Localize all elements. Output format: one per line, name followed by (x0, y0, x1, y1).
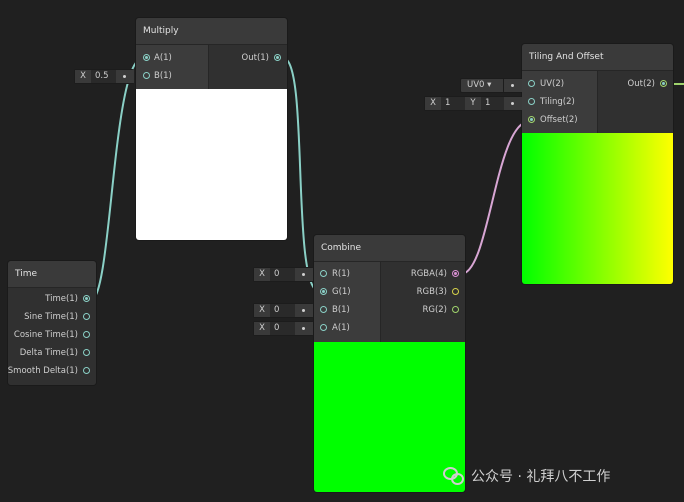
port-uv-icon[interactable] (528, 80, 535, 87)
tiling-input-field[interactable]: X 1 Y 1 (424, 96, 522, 111)
multiply-node-title[interactable]: Multiply (136, 18, 287, 45)
port-out-icon[interactable] (660, 80, 667, 87)
uv-connector[interactable] (503, 78, 522, 93)
time-output-smooth-delta[interactable]: Smooth Delta(1) (8, 362, 90, 380)
port-b-icon[interactable] (320, 306, 327, 313)
time-output-cosine[interactable]: Cosine Time(1) (14, 326, 90, 344)
port-out-icon[interactable] (274, 54, 281, 61)
multiply-b-value[interactable]: 0.5 (91, 70, 109, 83)
time-node-title[interactable]: Time (8, 261, 96, 288)
combine-b-input-field[interactable]: X 0 (253, 303, 313, 318)
tiling-input-offset[interactable]: Offset(2) (528, 111, 578, 129)
tiling-offset-node[interactable]: Tiling And Offset UV(2) Tiling(2) Offset… (522, 44, 673, 284)
connector-icon (504, 79, 522, 92)
wire-combine-rgba-to-tiling-offset (460, 120, 531, 275)
combine-input-r[interactable]: R(1) (320, 265, 350, 283)
port-offset-icon[interactable] (528, 116, 535, 123)
tiling-offset-node-title[interactable]: Tiling And Offset (522, 44, 673, 71)
multiply-node[interactable]: Multiply A(1) B(1) Out(1) (136, 18, 287, 240)
combine-input-b[interactable]: B(1) (320, 301, 350, 319)
connector-icon (295, 268, 313, 281)
connector-icon (504, 97, 522, 110)
combine-b-value[interactable]: 0 (270, 304, 279, 317)
port-g-icon[interactable] (320, 288, 327, 295)
port-b-icon[interactable] (143, 72, 150, 79)
combine-node[interactable]: Combine R(1) G(1) B(1) A(1) RGBA(4) RGB(… (314, 235, 465, 492)
port-sine-icon[interactable] (83, 313, 90, 320)
connector-icon (295, 322, 313, 335)
tiling-y-value[interactable]: 1 (481, 97, 490, 110)
combine-input-g[interactable]: G(1) (320, 283, 351, 301)
watermark-text: 公众号 · 礼拜八不工作 (471, 469, 611, 485)
combine-output-rg[interactable]: RG(2) (422, 301, 459, 319)
port-time-icon[interactable] (83, 295, 90, 302)
port-a-icon[interactable] (143, 54, 150, 61)
watermark: 公众号 · 礼拜八不工作 (443, 463, 673, 489)
wechat-icon (443, 467, 465, 485)
port-tiling-icon[interactable] (528, 98, 535, 105)
port-rgb-icon[interactable] (452, 288, 459, 295)
combine-a-input-field[interactable]: X 0 (253, 321, 313, 336)
multiply-output-out[interactable]: Out(1) (242, 49, 281, 67)
port-rgba-icon[interactable] (452, 270, 459, 277)
combine-r-value[interactable]: 0 (270, 268, 279, 281)
port-cosine-icon[interactable] (83, 331, 90, 338)
combine-node-title[interactable]: Combine (314, 235, 465, 262)
tiling-offset-preview (522, 133, 673, 284)
tiling-output-out[interactable]: Out(2) (628, 75, 667, 93)
multiply-preview (136, 89, 287, 240)
connector-icon (295, 304, 313, 317)
combine-output-rgb[interactable]: RGB(3) (417, 283, 459, 301)
port-rg-icon[interactable] (452, 306, 459, 313)
port-r-icon[interactable] (320, 270, 327, 277)
uv-channel-dropdown[interactable]: UV0 ▾ (460, 78, 508, 93)
tiling-x-value[interactable]: 1 (441, 97, 463, 110)
connector-icon (116, 70, 134, 83)
port-a-icon[interactable] (320, 324, 327, 331)
port-smooth-delta-icon[interactable] (83, 367, 90, 374)
tiling-input-uv[interactable]: UV(2) (528, 75, 564, 93)
multiply-input-a[interactable]: A(1) (143, 49, 172, 67)
combine-output-rgba[interactable]: RGBA(4) (411, 265, 459, 283)
multiply-b-input-field[interactable]: X 0.5 (74, 69, 134, 84)
time-output-delta[interactable]: Delta Time(1) (20, 344, 90, 362)
tiling-input-tiling[interactable]: Tiling(2) (528, 93, 575, 111)
time-output-time[interactable]: Time(1) (45, 290, 90, 308)
combine-r-input-field[interactable]: X 0 (253, 267, 313, 282)
combine-a-value[interactable]: 0 (270, 322, 279, 335)
port-delta-icon[interactable] (83, 349, 90, 356)
time-node[interactable]: Time Time(1) Sine Time(1) Cosine Time(1)… (8, 261, 96, 385)
combine-input-a[interactable]: A(1) (320, 319, 350, 337)
multiply-input-b[interactable]: B(1) (143, 67, 172, 85)
time-output-sine[interactable]: Sine Time(1) (24, 308, 90, 326)
